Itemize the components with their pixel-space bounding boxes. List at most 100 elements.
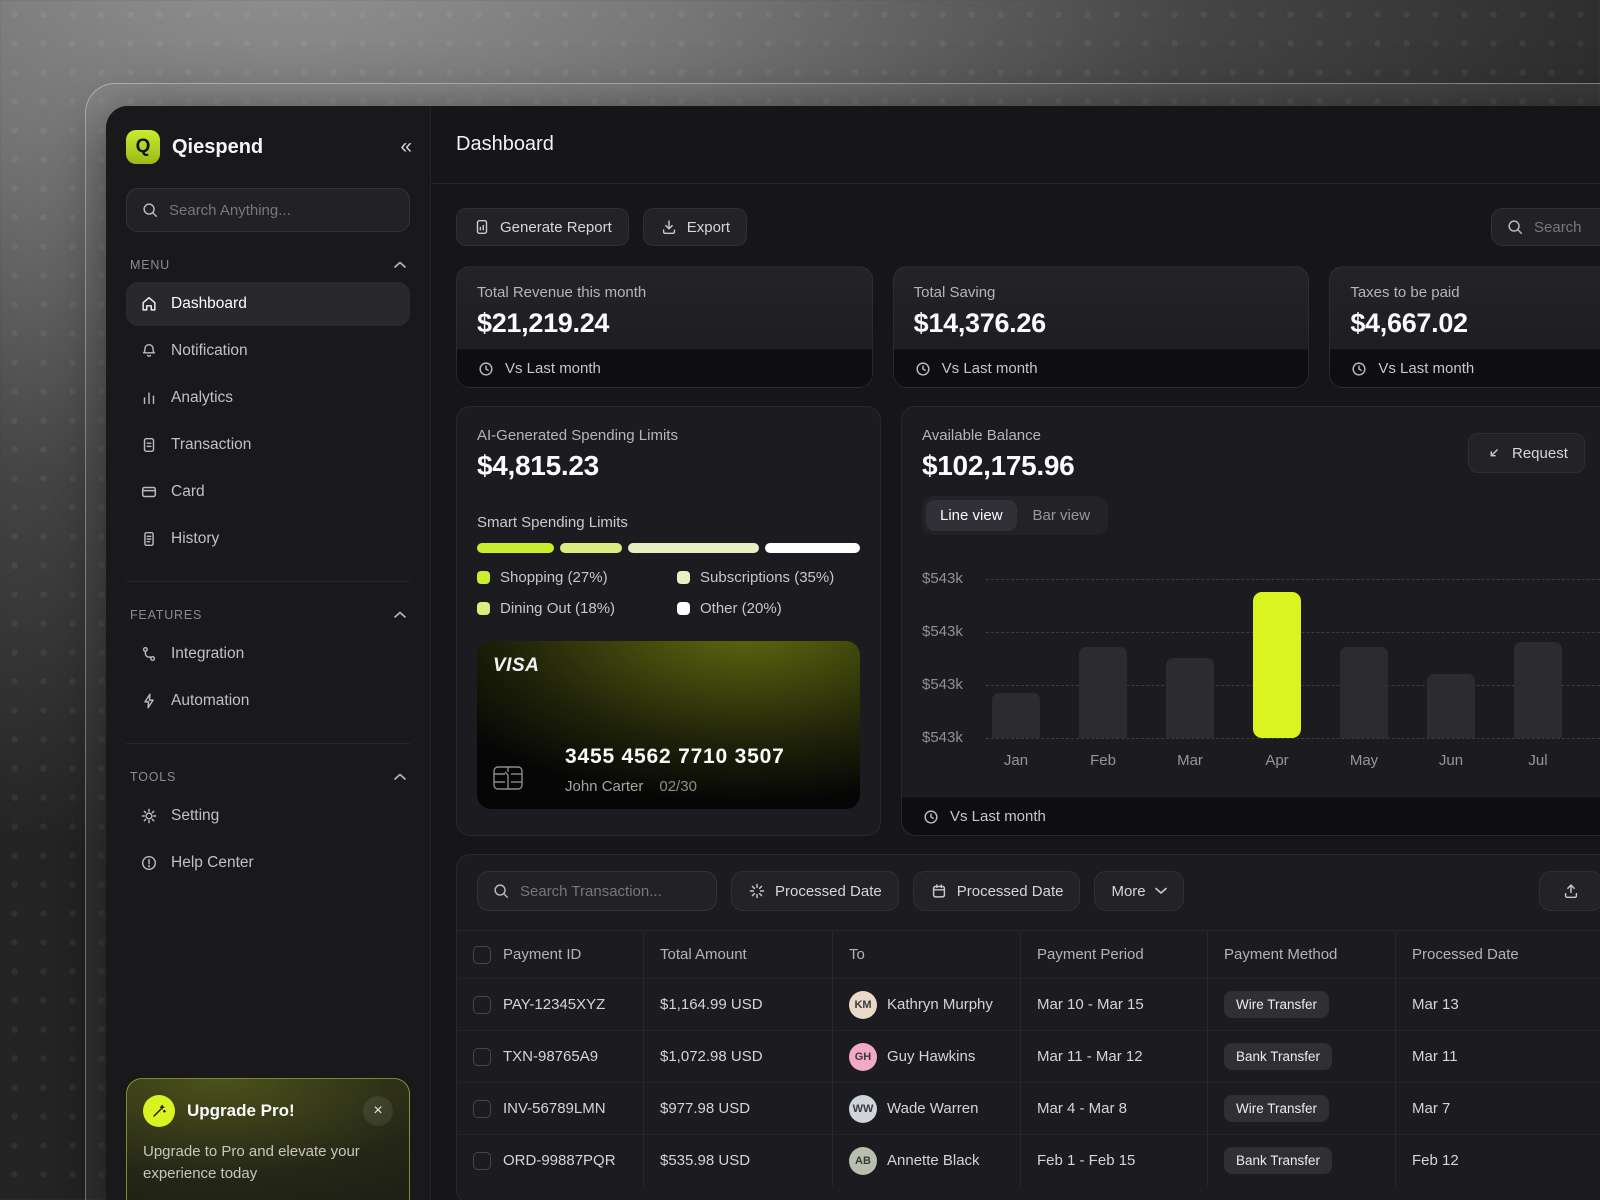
row-checkbox[interactable] [473,996,491,1014]
y-axis-tick: $543k [922,570,963,587]
upgrade-title: Upgrade Pro! [187,1101,351,1121]
logo-row: Q Qiespend « [126,130,410,164]
chart-view-toggle: Line view Bar view [922,496,1108,535]
sidebar-search-input[interactable] [169,202,395,219]
table-row[interactable]: TXN-98765A9 $1,072.98 USD GHGuy Hawkins … [457,1030,1600,1082]
sidebar-item-card[interactable]: Card [126,470,410,514]
sidebar-item-analytics[interactable]: Analytics [126,376,410,420]
sparkle-icon [748,882,766,900]
bar-feb [1079,647,1127,738]
sidebar-item-notification[interactable]: Notification [126,329,410,373]
bar-jun [1427,674,1475,738]
chevron-up-icon[interactable] [394,611,406,619]
stat-label: Taxes to be paid [1350,284,1600,301]
avatar: KM [849,991,877,1019]
sidebar-item-integration[interactable]: Integration [126,632,410,676]
request-button[interactable]: Request [1468,433,1585,473]
sidebar-item-help-center[interactable]: Help Center [126,841,410,885]
table-row[interactable]: INV-56789LMN $977.98 USD WWWade Warren M… [457,1082,1600,1134]
arrow-down-left-icon [1485,444,1503,462]
export-button[interactable]: Export [643,208,747,246]
card-chip-icon [493,766,523,795]
search-icon [492,882,510,900]
main-area: Dashboard Generate Report Export [431,106,1600,1200]
features-section-label: FEATURES [130,608,406,622]
table-row[interactable]: ORD-99887PQR $535.98 USD ABAnnette Black… [457,1134,1600,1186]
search-icon [141,201,159,219]
page-header: Dashboard [431,106,1600,184]
progress-segment-other [765,543,860,553]
sidebar-item-history[interactable]: History [126,517,410,561]
close-icon[interactable]: × [363,1096,393,1126]
transaction-search[interactable] [477,871,717,911]
global-search[interactable] [1491,208,1600,246]
stat-value: $14,376.26 [914,308,1289,339]
row-checkbox[interactable] [473,1048,491,1066]
generate-report-button[interactable]: Generate Report [456,208,629,246]
receipt-icon [140,530,158,548]
transactions-card: Processed Date Processed Date More [456,854,1600,1200]
credit-card-icon [140,483,158,501]
stat-card-revenue: Total Revenue this month $21,219.24 Vs L… [456,266,873,388]
payment-method-badge: Bank Transfer [1224,1043,1332,1070]
row-checkbox[interactable] [473,1100,491,1118]
payment-method-badge: Wire Transfer [1224,1095,1329,1122]
gear-icon [140,807,158,825]
upload-button[interactable] [1539,871,1600,911]
dashboard-toolbar: Generate Report Export [456,208,1600,246]
line-view-tab[interactable]: Line view [926,500,1017,531]
sidebar: Q Qiespend « MENU Dashboard Notifica [106,106,431,1200]
stat-cards-row: Total Revenue this month $21,219.24 Vs L… [456,266,1600,388]
clock-icon [477,360,495,378]
table-header: Payment ID Total Amount To Payment Perio… [457,930,1600,978]
processed-date-filter-button[interactable]: Processed Date [731,871,899,911]
chevron-down-icon [1155,887,1167,895]
chevron-up-icon[interactable] [394,773,406,781]
stat-value: $21,219.24 [477,308,852,339]
bar-apr-highlight [1253,592,1301,738]
smart-spending-label: Smart Spending Limits [477,514,860,531]
processed-date-calendar-button[interactable]: Processed Date [913,871,1081,911]
page-title: Dashboard [456,133,554,156]
legend-item: Subscriptions (35%) [677,569,860,586]
global-search-input[interactable] [1534,219,1600,236]
row-checkbox[interactable] [473,1152,491,1170]
app-name: Qiespend [172,136,388,159]
card-holder-row: John Carter02/30 [565,778,697,795]
sidebar-divider [126,743,410,744]
table-row[interactable]: PAY-12345XYZ $1,164.99 USD KMKathryn Mur… [457,978,1600,1030]
transaction-search-input[interactable] [520,883,702,900]
select-all-checkbox[interactable] [473,946,491,964]
credit-card-visual: VISA 3455 4562 7710 3507 John Carter02/3… [477,641,860,809]
document-icon [140,436,158,454]
avatar: AB [849,1147,877,1175]
sidebar-search[interactable] [126,188,410,232]
tools-section-label: TOOLS [130,770,406,784]
stat-label: Total Saving [914,284,1289,301]
legend-swatch [677,571,690,584]
available-balance-card: Available Balance $102,175.96 Request Li… [901,406,1600,836]
sidebar-item-setting[interactable]: Setting [126,794,410,838]
legend-item: Other (20%) [677,600,860,617]
more-filters-button[interactable]: More [1094,871,1183,911]
x-axis-labels: Jan Feb Mar Apr May Jun Jul [992,752,1600,769]
sidebar-item-dashboard[interactable]: Dashboard [126,282,410,326]
avatar: WW [849,1095,877,1123]
menu-section-label: MENU [130,258,406,272]
stat-footer: Vs Last month [1330,349,1600,387]
balance-footer: Vs Last month [902,797,1600,835]
clock-icon [914,360,932,378]
progress-segment-subscriptions [628,543,759,553]
sidebar-item-transaction[interactable]: Transaction [126,423,410,467]
calendar-icon [930,882,948,900]
spending-legend: Shopping (27%) Subscriptions (35%) Dinin… [477,569,860,617]
progress-segment-dining [560,543,622,553]
stat-card-taxes: Taxes to be paid $4,667.02 Vs Last month [1329,266,1600,388]
chevron-up-icon[interactable] [394,261,406,269]
bar-view-tab[interactable]: Bar view [1019,500,1105,531]
y-axis-tick: $543k [922,729,963,746]
payment-method-badge: Bank Transfer [1224,1147,1332,1174]
spending-value: $4,815.23 [477,450,860,482]
sidebar-item-automation[interactable]: Automation [126,679,410,723]
sidebar-collapse-icon[interactable]: « [400,135,410,159]
